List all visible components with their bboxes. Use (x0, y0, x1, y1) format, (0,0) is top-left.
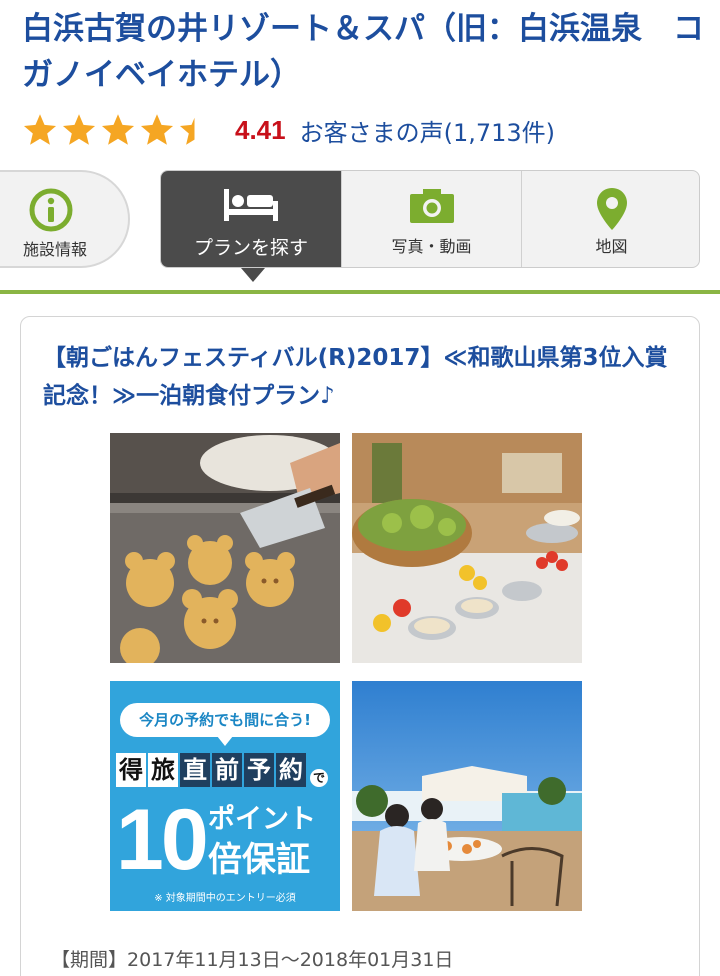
buffet-photo[interactable] (352, 433, 582, 663)
period-dates: 2017年11月13日～2018年01月31日 (127, 949, 454, 971)
banner-points: ポイント (208, 804, 316, 835)
banner-headline: 今月の予約でも間に合う! (120, 703, 330, 746)
pancake-photo[interactable] (110, 433, 340, 663)
banner-char: 約 (276, 753, 306, 787)
plan-period: 【期間】2017年11月13日～2018年01月31日 (51, 945, 453, 972)
terrace-photo[interactable] (352, 681, 582, 911)
half-star-icon (179, 117, 195, 145)
info-icon (29, 188, 73, 232)
star-icon (140, 114, 174, 145)
rating-score: 4.41 (235, 114, 286, 145)
tab-map[interactable]: 地図 (521, 171, 699, 267)
banner-char: 予 (244, 753, 274, 787)
banner-multiplier: 10 (116, 792, 209, 888)
tab-divider (0, 290, 720, 294)
tab-facility-info[interactable]: 施設情報 (0, 170, 130, 268)
tab-label: 地図 (595, 237, 628, 256)
banner-char: 前 (212, 753, 242, 787)
star-icon (62, 114, 96, 145)
tab-label: プランを探す (193, 237, 308, 259)
promo-banner[interactable]: 今月の予約でも間に合う! 得 旅 直 前 予 約 で 10 ポイント 倍保証 ※… (110, 681, 340, 911)
hotel-name: 白浜古賀の井リゾート＆スパ（旧：白浜温泉 コガノイベイホテル） (22, 11, 704, 93)
tab-find-plan[interactable]: プランを探す (161, 171, 341, 267)
period-label: 【期間】 (51, 949, 128, 971)
hotel-tab-bar: 施設情報 プランを探す 写真・動画 地図 (0, 168, 720, 296)
banner-char: 得 (116, 753, 146, 787)
tab-label: 写真・動画 (391, 237, 472, 256)
active-tab-pointer (241, 268, 265, 282)
reviews-link[interactable]: お客さまの声(1,713件) (300, 113, 555, 148)
plan-card: 【朝ごはんフェスティバル(R)2017】≪和歌山県第3位入賞記念！≫一泊朝食付プ… (20, 316, 700, 976)
banner-guarantee: 倍保証 (208, 840, 310, 880)
star-icon (23, 114, 57, 145)
tab-group: プランを探す 写真・動画 地図 (160, 170, 700, 268)
star-rating (22, 112, 217, 148)
map-pin-icon (596, 188, 627, 230)
banner-note: ※ 対象期間中のエントリー必須 (154, 893, 296, 904)
tab-label: 施設情報 (22, 240, 87, 259)
rating-row: 4.41 お客さまの声(1,713件) (22, 110, 712, 150)
banner-char: 旅 (148, 753, 178, 787)
bed-icon (224, 189, 278, 221)
tab-photos-videos[interactable]: 写真・動画 (341, 171, 521, 267)
camera-icon (409, 189, 454, 223)
banner-de: で (310, 769, 328, 787)
plan-title[interactable]: 【朝ごはんフェスティバル(R)2017】≪和歌山県第3位入賞記念！≫一泊朝食付プ… (43, 339, 683, 415)
star-icon (101, 114, 135, 145)
banner-char: 直 (180, 753, 210, 787)
banner-campaign-chars: 得 旅 直 前 予 約 で (116, 753, 328, 787)
